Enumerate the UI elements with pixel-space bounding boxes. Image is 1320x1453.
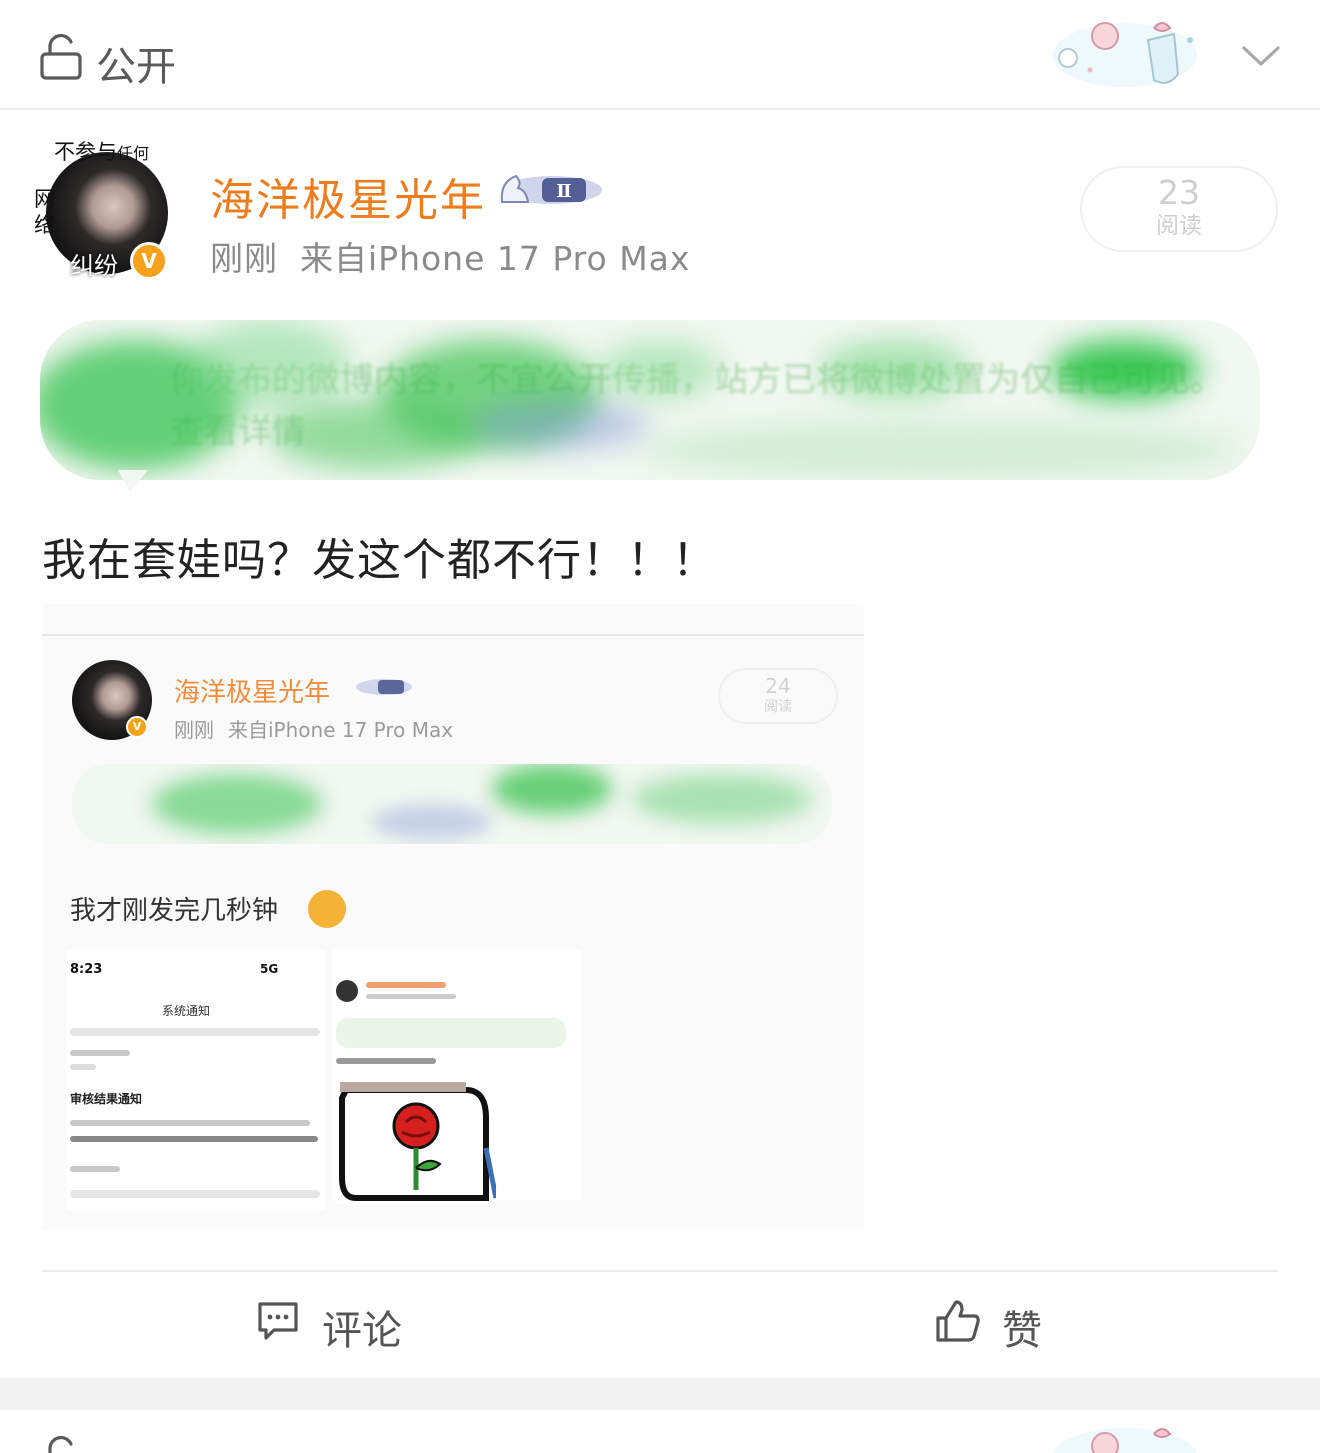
avatar-caption-bottom: 纠纷 bbox=[70, 252, 118, 280]
notice-tail bbox=[118, 470, 148, 492]
lock-open-icon bbox=[48, 1436, 73, 1453]
like-button[interactable]: 赞 bbox=[934, 1296, 1074, 1354]
level-badge-icon: Ⅱ bbox=[500, 174, 602, 204]
embed-verified-badge: V bbox=[126, 716, 148, 738]
embed-moderation-notice bbox=[72, 764, 832, 844]
next-visibility-label: 公开 bbox=[96, 1440, 176, 1453]
phone-section-title: 审核结果通知 bbox=[70, 1092, 143, 1106]
post-image[interactable]: V 海洋极星光年 刚刚 来自iPhone 17 Pro Max 24 阅读 我才刚… bbox=[42, 604, 864, 1230]
chevron-down-icon[interactable] bbox=[1238, 36, 1284, 74]
post-source: 来自iPhone 17 Pro Max bbox=[300, 239, 691, 278]
username[interactable]: 海洋极星光年 bbox=[210, 164, 486, 228]
avatar[interactable]: 不参与任何 网络 纠纷 V bbox=[34, 134, 184, 284]
visibility-label: 公开 bbox=[96, 44, 176, 90]
embed-source: 来自iPhone 17 Pro Max bbox=[228, 718, 454, 742]
decoration-sticker-icon bbox=[1053, 1428, 1197, 1453]
visibility-bar[interactable]: 公开 bbox=[0, 0, 1320, 110]
comment-icon bbox=[258, 1302, 298, 1340]
comment-button[interactable]: 评论 bbox=[256, 1296, 436, 1354]
avatar-caption-top: 不参与任何 bbox=[54, 140, 150, 164]
action-divider bbox=[42, 1270, 1278, 1272]
read-count-badge: 23 阅读 bbox=[1080, 166, 1278, 252]
phone-title: 系统通知 bbox=[162, 1004, 211, 1018]
moderation-notice[interactable]: 你发布的微博内容，不宜公开传播，站方已将微博处置为仅自己可见。查看详情 bbox=[40, 320, 1260, 480]
embed-post-text: 我才刚发完几秒钟 bbox=[70, 896, 279, 926]
svg-text:Ⅱ: Ⅱ bbox=[556, 181, 571, 202]
embed-level-badge-icon bbox=[356, 679, 412, 695]
read-count: 23 bbox=[1158, 173, 1200, 212]
embed-time: 刚刚 bbox=[174, 718, 214, 742]
embed-phone-screenshot: 8:23 5G 系统通知 审核结果通知 bbox=[66, 950, 326, 1210]
embed-read-count: 24 bbox=[765, 674, 791, 698]
embed-read-badge: 24 阅读 bbox=[718, 668, 838, 724]
like-label: 赞 bbox=[1002, 1308, 1042, 1354]
phone-time: 8:23 bbox=[70, 962, 103, 977]
embed-username: 海洋极星光年 bbox=[174, 678, 331, 708]
shocked-emoji-icon bbox=[308, 890, 346, 928]
thumbs-up-icon bbox=[936, 1300, 980, 1342]
embed-mini-post bbox=[332, 950, 582, 1204]
embed-meta: 刚刚 来自iPhone 17 Pro Max bbox=[174, 714, 467, 743]
decoration-sticker-icon bbox=[1053, 22, 1197, 87]
post-text: 我在套娃吗？发这个都不行！！！ bbox=[42, 535, 717, 586]
post-time: 刚刚 bbox=[210, 239, 278, 278]
post-meta: 刚刚 来自iPhone 17 Pro Max bbox=[210, 232, 712, 280]
embed-read-label: 阅读 bbox=[764, 699, 792, 715]
feed-separator bbox=[0, 1378, 1320, 1410]
verified-badge: V bbox=[130, 242, 168, 280]
comment-label: 评论 bbox=[322, 1308, 402, 1354]
rose-icon bbox=[336, 1078, 496, 1204]
embed-divider bbox=[42, 634, 864, 636]
next-post-card[interactable]: 公开 bbox=[0, 1410, 1320, 1453]
phone-status: 5G bbox=[260, 962, 279, 976]
read-label: 阅读 bbox=[1156, 213, 1202, 239]
lock-open-icon bbox=[40, 34, 82, 80]
avatar-caption-side: 网络 bbox=[34, 187, 55, 237]
